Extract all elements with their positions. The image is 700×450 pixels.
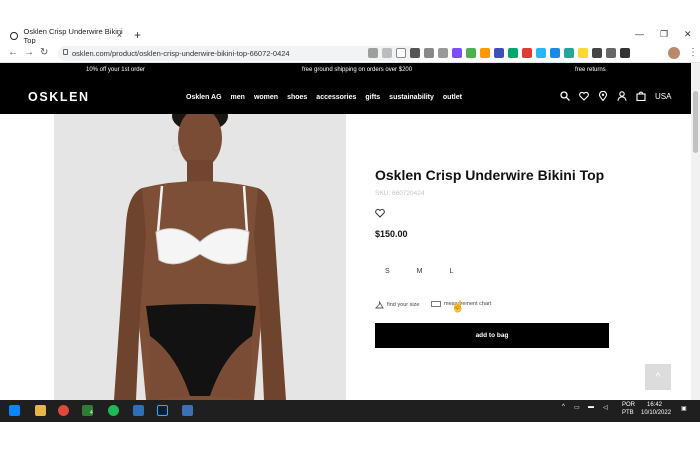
extension-icon[interactable] bbox=[438, 48, 448, 58]
windows-start-icon[interactable] bbox=[9, 405, 20, 416]
nav-item-men[interactable]: men bbox=[231, 94, 245, 101]
language-code-bottom[interactable]: PTB bbox=[622, 410, 634, 416]
maximize-button[interactable]: ❐ bbox=[660, 29, 668, 40]
extension-icon[interactable] bbox=[410, 48, 420, 58]
find-your-size-label: find your size bbox=[387, 302, 420, 308]
main-nav: Osklen AG men women shoes accessories gi… bbox=[186, 94, 462, 101]
hand-cursor-icon: ☝ bbox=[451, 301, 465, 313]
tray-chevron-icon[interactable]: ^ bbox=[562, 404, 565, 410]
extension-icon[interactable] bbox=[536, 48, 546, 58]
heart-icon[interactable] bbox=[579, 91, 589, 101]
reading-list-icon[interactable] bbox=[606, 48, 616, 58]
size-option-m[interactable]: M bbox=[417, 268, 423, 275]
address-toolbar: ← → ↻ osklen.com/product/osklen-crisp-un… bbox=[0, 44, 700, 63]
size-option-l[interactable]: L bbox=[450, 268, 454, 275]
osklen-favicon-icon bbox=[10, 31, 18, 40]
bookmark-star-icon[interactable] bbox=[396, 48, 406, 58]
nav-item-outlet[interactable]: outlet bbox=[443, 94, 462, 101]
language-code-top[interactable]: POR bbox=[622, 402, 635, 408]
product-image[interactable] bbox=[54, 114, 346, 400]
bag-icon[interactable] bbox=[636, 91, 646, 101]
nav-item-women[interactable]: women bbox=[254, 94, 278, 101]
site-header: OSKLEN Osklen AG men women shoes accesso… bbox=[0, 78, 700, 114]
taskbar-badge: 4 bbox=[90, 410, 93, 416]
windows-taskbar: 4 ^ ▭ ▬ ◁ POR PTB 16:42 10/10/2022 ▣ bbox=[0, 400, 700, 422]
promo-first-order: 10% off your 1st order bbox=[86, 67, 145, 73]
share-icon[interactable] bbox=[382, 48, 392, 58]
nav-item-shoes[interactable]: shoes bbox=[287, 94, 307, 101]
nav-item-accessories[interactable]: accessories bbox=[316, 94, 356, 101]
clock-date[interactable]: 10/10/2022 bbox=[641, 410, 671, 416]
nav-item-gifts[interactable]: gifts bbox=[365, 94, 380, 101]
extension-icon[interactable] bbox=[564, 48, 574, 58]
hanger-icon bbox=[375, 301, 384, 309]
extension-icon[interactable] bbox=[466, 48, 476, 58]
extension-icon[interactable] bbox=[494, 48, 504, 58]
profile-avatar[interactable] bbox=[668, 47, 680, 59]
lock-icon bbox=[63, 49, 68, 55]
nav-item-sustainability[interactable]: sustainability bbox=[389, 94, 434, 101]
url-text: osklen.com/product/osklen-crisp-underwir… bbox=[72, 49, 290, 58]
url-field[interactable]: osklen.com/product/osklen-crisp-underwir… bbox=[58, 46, 416, 61]
ruler-icon bbox=[431, 301, 441, 307]
add-to-bag-button[interactable]: add to bag bbox=[375, 323, 609, 348]
promo-free-returns: free returns bbox=[575, 67, 606, 73]
forward-arrow-icon[interactable]: → bbox=[24, 47, 34, 58]
back-arrow-icon[interactable]: ← bbox=[8, 47, 18, 58]
extension-icon[interactable] bbox=[480, 48, 490, 58]
new-tab-button[interactable]: + bbox=[134, 28, 141, 42]
app-icon[interactable] bbox=[133, 405, 144, 416]
file-explorer-icon[interactable] bbox=[35, 405, 46, 416]
extension-icon[interactable] bbox=[522, 48, 532, 58]
nav-item-osklen-ag[interactable]: Osklen AG bbox=[186, 94, 222, 101]
wishlist-heart-icon[interactable] bbox=[375, 208, 385, 220]
sidepanel-icon[interactable] bbox=[620, 48, 630, 58]
reload-icon[interactable]: ↻ bbox=[40, 47, 48, 58]
browser-tab[interactable]: Osklen Crisp Underwire Bikini Top × bbox=[0, 26, 128, 45]
tab-title: Osklen Crisp Underwire Bikini Top bbox=[23, 26, 123, 45]
location-icon[interactable] bbox=[598, 91, 608, 101]
region-selector[interactable]: USA bbox=[655, 92, 671, 101]
extension-icon[interactable] bbox=[452, 48, 462, 58]
promo-bar: 10% off your 1st order free ground shipp… bbox=[0, 63, 700, 78]
extension-icon[interactable] bbox=[578, 48, 588, 58]
extension-icon[interactable] bbox=[550, 48, 560, 58]
search-icon[interactable] bbox=[560, 91, 570, 101]
page-scrollbar[interactable] bbox=[691, 63, 700, 400]
puzzle-icon[interactable] bbox=[592, 48, 602, 58]
chrome-icon[interactable] bbox=[58, 405, 69, 416]
user-icon[interactable] bbox=[617, 91, 627, 101]
product-title: Osklen Crisp Underwire Bikini Top bbox=[375, 167, 605, 183]
minimize-button[interactable]: — bbox=[635, 29, 644, 39]
tray-battery-icon[interactable]: ▬ bbox=[588, 404, 594, 410]
header-icons: USA bbox=[560, 91, 671, 101]
tray-network-icon[interactable]: ▭ bbox=[574, 404, 580, 411]
tab-close-icon[interactable]: × bbox=[117, 30, 122, 40]
notification-icon[interactable]: ▣ bbox=[681, 405, 687, 412]
back-to-top-button[interactable]: ^ bbox=[645, 364, 671, 390]
product-price: $150.00 bbox=[375, 229, 408, 239]
size-selector: S M L bbox=[385, 268, 453, 275]
translate-icon[interactable] bbox=[368, 48, 378, 58]
find-your-size-link[interactable]: find your size bbox=[375, 301, 419, 309]
blank-bottom-area bbox=[0, 422, 700, 450]
clock-time[interactable]: 16:42 bbox=[647, 402, 662, 408]
osklen-logo[interactable]: OSKLEN bbox=[28, 90, 90, 104]
model-illustration bbox=[114, 114, 286, 400]
close-window-button[interactable]: ✕ bbox=[684, 29, 692, 40]
photoshop-icon[interactable] bbox=[157, 405, 168, 416]
extension-icon[interactable] bbox=[508, 48, 518, 58]
spotify-icon[interactable] bbox=[108, 405, 119, 416]
size-option-s[interactable]: S bbox=[385, 268, 390, 275]
product-sku: SKU: 660720424 bbox=[375, 190, 425, 197]
app-icon[interactable] bbox=[182, 405, 193, 416]
promo-free-shipping: free ground shipping on orders over $200 bbox=[302, 67, 413, 73]
extensions-bar bbox=[368, 48, 630, 58]
scrollbar-thumb[interactable] bbox=[693, 91, 698, 153]
tray-sound-icon[interactable]: ◁ bbox=[603, 404, 608, 411]
extension-icon[interactable] bbox=[424, 48, 434, 58]
menu-dots-icon[interactable]: ⋮ bbox=[688, 47, 698, 58]
browser-tab-strip: Osklen Crisp Underwire Bikini Top × + — … bbox=[0, 26, 700, 45]
